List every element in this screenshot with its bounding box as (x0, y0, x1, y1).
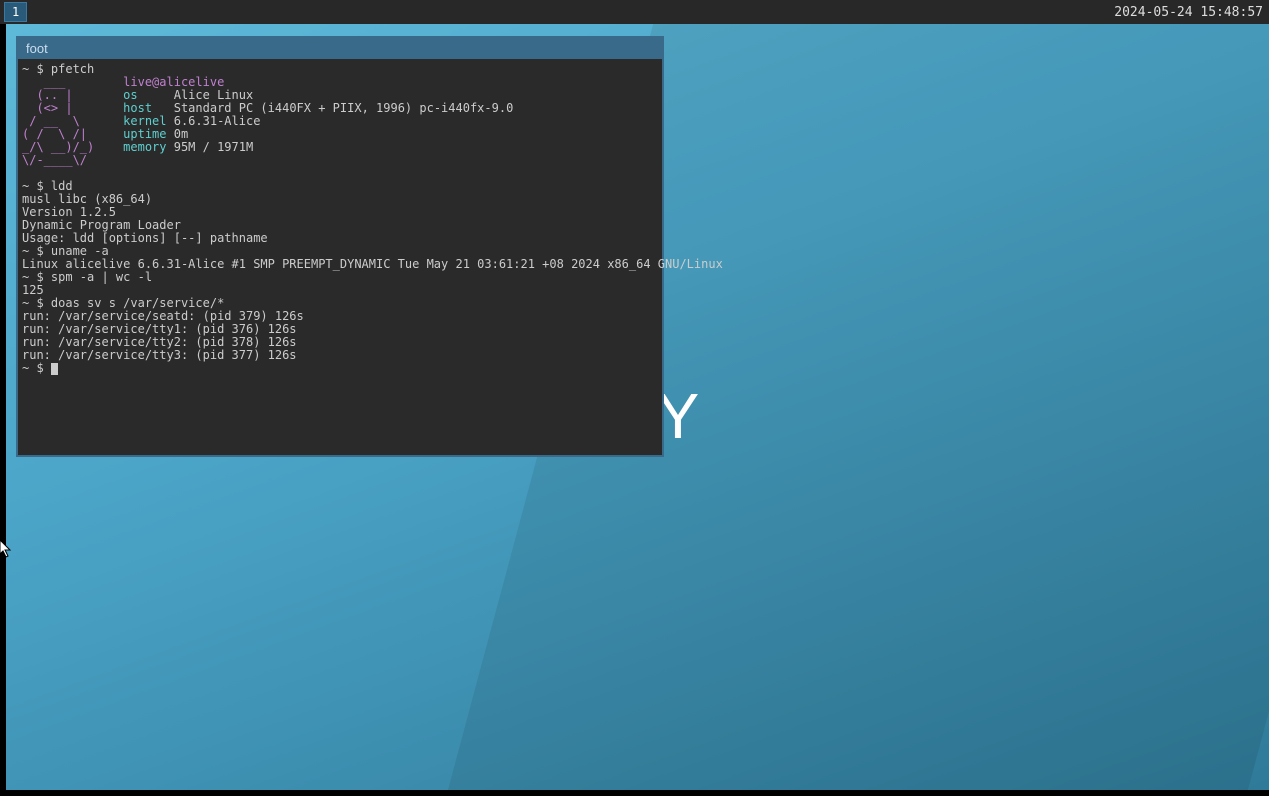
window-titlebar[interactable]: foot (18, 38, 662, 59)
terminal-content[interactable]: ~ $ pfetch ___ live@alicelive (.. | os A… (18, 59, 662, 455)
top-bar: 1 2024-05-24 15:48:57 (0, 0, 1269, 24)
workspace-badge[interactable]: 1 (4, 2, 27, 22)
terminal-cursor (51, 363, 58, 375)
clock: 2024-05-24 15:48:57 (1114, 5, 1263, 20)
terminal-window[interactable]: foot ~ $ pfetch ___ live@alicelive (.. |… (16, 36, 664, 457)
desktop[interactable]: SWAY foot ~ $ pfetch ___ live@alicelive … (6, 24, 1269, 790)
